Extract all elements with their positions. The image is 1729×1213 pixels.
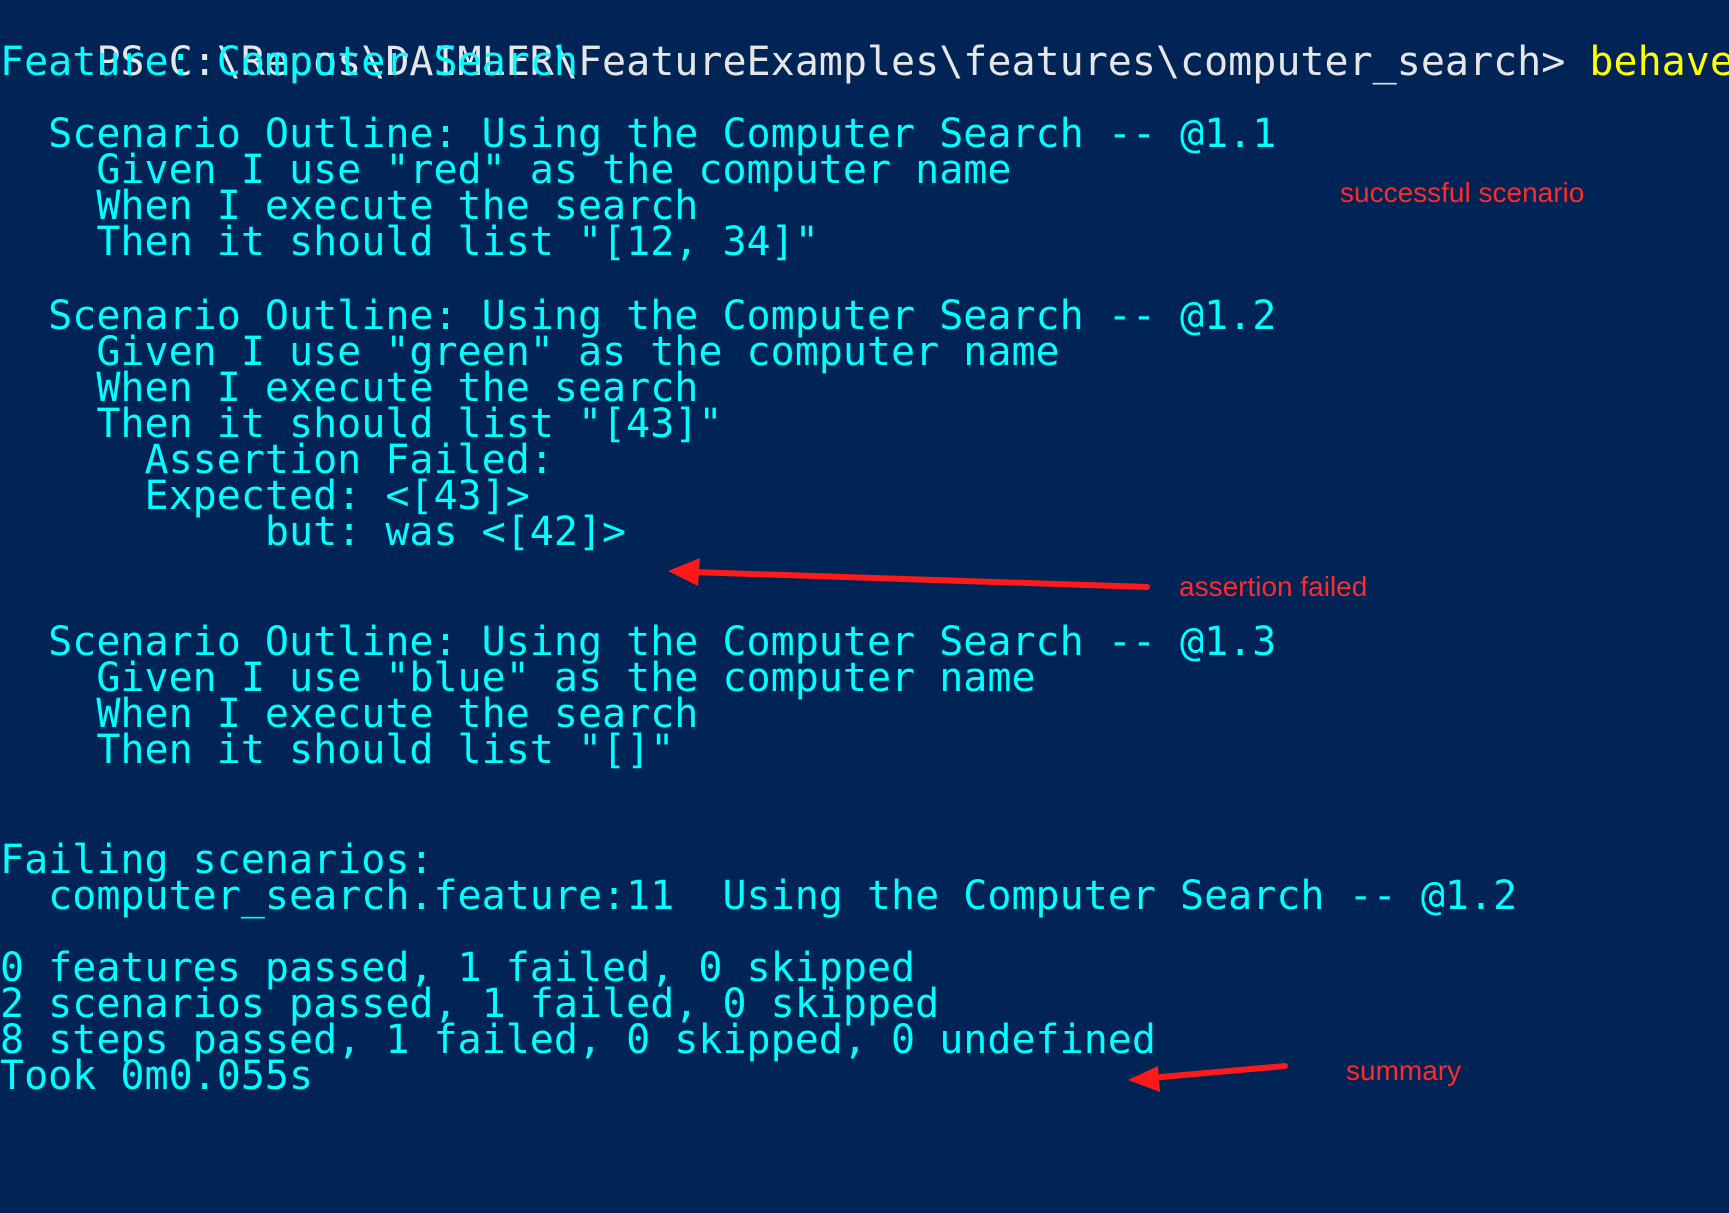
summary-arrow-icon [1128, 1063, 1288, 1092]
terminal-window[interactable]: PS C:\Repos\DAIMLER\FeatureExamples\feat… [0, 0, 1729, 1213]
assertion-arrow-icon [668, 558, 1150, 590]
annotation-arrows [668, 558, 1288, 1092]
